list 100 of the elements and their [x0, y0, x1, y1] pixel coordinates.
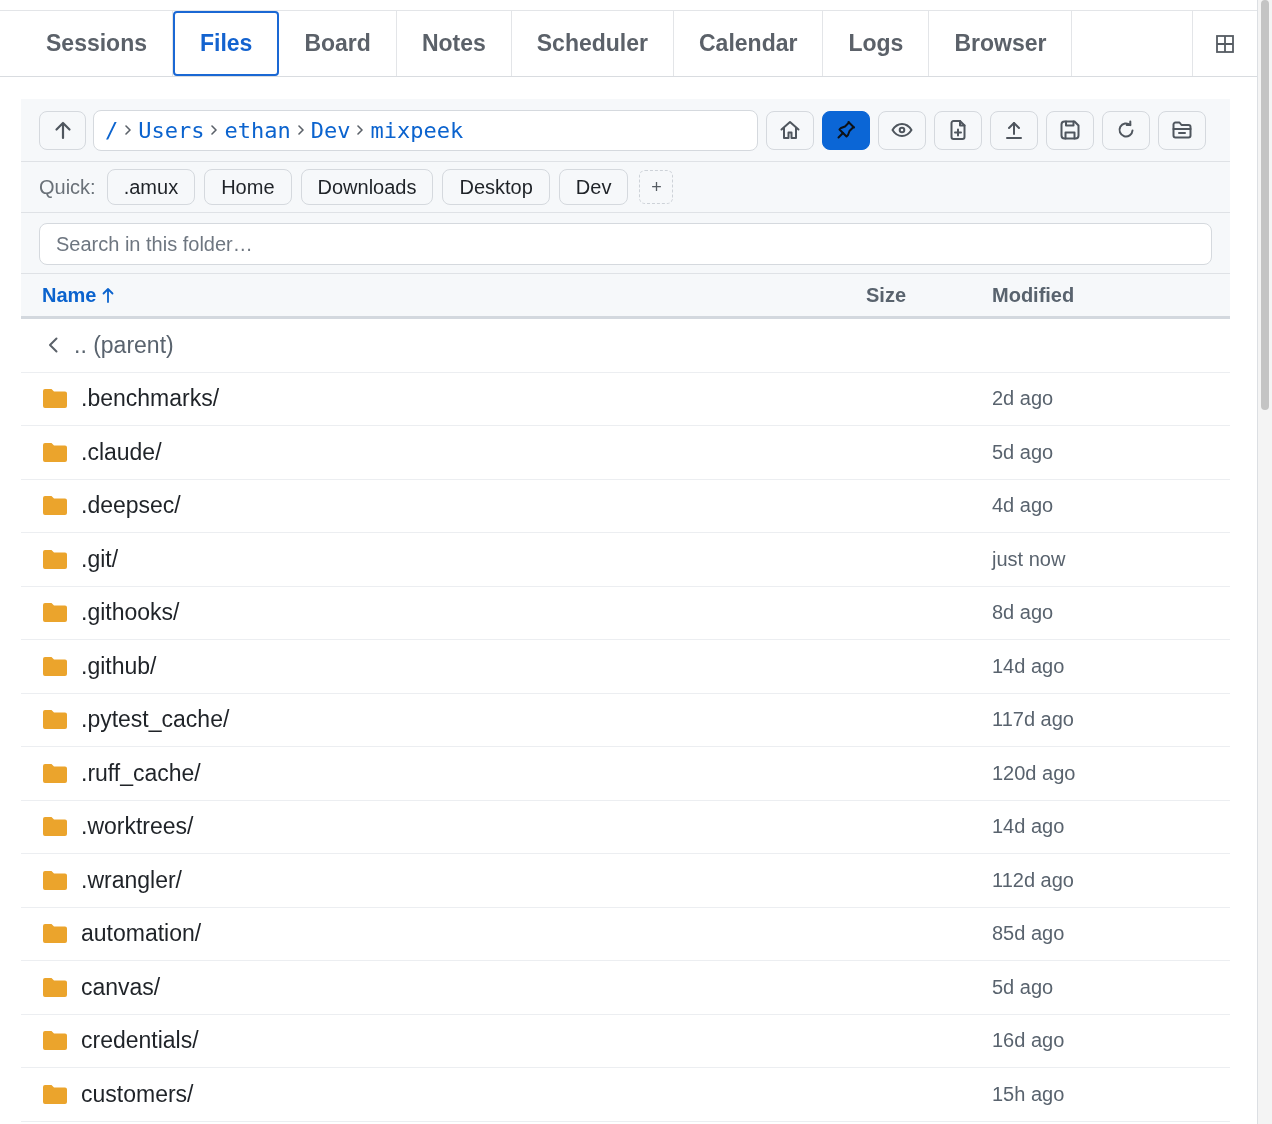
- folder-row[interactable]: .githooks/ 8d ago: [21, 586, 1230, 640]
- preview-button[interactable]: [878, 110, 926, 150]
- path-field[interactable]: / Users ethan Dev mixpeek: [93, 109, 758, 151]
- breadcrumb-link[interactable]: ethan: [224, 117, 291, 143]
- modified-time: 85d ago: [992, 922, 1065, 945]
- parent-label: .. (parent): [74, 331, 174, 359]
- file-name: .pytest_cache/: [81, 706, 230, 734]
- folder-icon: [43, 870, 67, 890]
- folder-icon: [43, 389, 67, 409]
- modified-time: 8d ago: [992, 601, 1054, 624]
- tab[interactable]: Notes: [396, 11, 512, 76]
- modified-time: 14d ago: [992, 654, 1065, 677]
- quick-chip[interactable]: .amux: [106, 169, 196, 205]
- save-button[interactable]: [1046, 110, 1094, 150]
- tab[interactable]: Files: [173, 11, 280, 76]
- folder-icon: [43, 496, 67, 516]
- folder-row[interactable]: .benchmarks/ 2d ago: [21, 372, 1230, 426]
- breadcrumb-link[interactable]: mixpeek: [370, 117, 464, 143]
- folder-row[interactable]: .deepsec/ 4d ago: [21, 479, 1230, 533]
- chevron-right-icon: [211, 125, 218, 135]
- folder-icon: [43, 817, 67, 837]
- folder-icon: [43, 1084, 67, 1104]
- modified-time: 15h ago: [992, 1082, 1065, 1105]
- folder-row[interactable]: automation/ 85d ago: [21, 907, 1230, 961]
- breadcrumb-link[interactable]: Dev: [310, 117, 351, 143]
- chevron-right-icon: [125, 125, 132, 135]
- file-name: customers/: [81, 1080, 194, 1108]
- modified-time: 5d ago: [992, 440, 1054, 463]
- grid-icon: [1216, 34, 1234, 53]
- folder-icon: [43, 977, 67, 997]
- modified-time: 4d ago: [992, 494, 1054, 517]
- quick-chip[interactable]: Desktop: [442, 169, 550, 205]
- parent-row[interactable]: .. (parent): [21, 319, 1230, 373]
- quick-chip[interactable]: Downloads: [300, 169, 434, 205]
- folder-row[interactable]: canvas/ 5d ago: [21, 961, 1230, 1015]
- pushpin-icon: [834, 118, 858, 142]
- quick-chip[interactable]: Dev: [558, 169, 629, 205]
- modified-time: 117d ago: [992, 708, 1074, 731]
- chevron-right-icon: [357, 125, 364, 135]
- new-file-button[interactable]: [934, 110, 982, 150]
- folder-icon: [43, 1031, 67, 1051]
- upload-button[interactable]: [990, 110, 1038, 150]
- folder-icon: [43, 924, 67, 944]
- refresh-button[interactable]: [1102, 110, 1150, 150]
- pin-button[interactable]: [822, 110, 870, 150]
- search-field[interactable]: Search in this folder…: [39, 223, 1212, 265]
- breadcrumb-link[interactable]: Users: [138, 117, 205, 143]
- quick-chip[interactable]: Home: [204, 169, 292, 205]
- folder-row[interactable]: credentials/ 16d ago: [21, 1014, 1230, 1068]
- file-name: .worktrees/: [81, 813, 194, 841]
- modified-time: 14d ago: [992, 815, 1065, 838]
- folder-row[interactable]: .ruff_cache/ 120d ago: [21, 747, 1230, 801]
- file-name: .deepsec/: [81, 492, 181, 520]
- chevron-left-icon: [48, 337, 58, 354]
- arrow-up-icon: [52, 120, 73, 140]
- file-name: .ruff_cache/: [81, 759, 201, 787]
- file-name: canvas/: [81, 973, 161, 1001]
- up-button[interactable]: [39, 110, 86, 150]
- modified-time: 2d ago: [992, 387, 1054, 410]
- tab[interactable]: Browser: [929, 11, 1073, 76]
- home-button[interactable]: [766, 110, 814, 150]
- folder-icon: [43, 710, 67, 730]
- modified-time: 16d ago: [992, 1029, 1065, 1052]
- file-name: .wrangler/: [81, 866, 182, 894]
- chevron-right-icon: [297, 125, 304, 135]
- folder-row[interactable]: .claude/ 5d ago: [21, 426, 1230, 480]
- folder-row[interactable]: .wrangler/ 112d ago: [21, 854, 1230, 908]
- home-icon: [778, 118, 802, 142]
- file-name: .claude/: [81, 438, 162, 466]
- folder-icon: [43, 763, 67, 783]
- add-quick-button[interactable]: +: [639, 170, 674, 204]
- file-name: credentials/: [81, 1027, 199, 1055]
- file-name: .github/: [81, 652, 157, 680]
- folder-row[interactable]: customers/ 15h ago: [21, 1068, 1230, 1122]
- column-header[interactable]: Size: [866, 283, 907, 307]
- scrollbar-thumb[interactable]: [1261, 0, 1269, 410]
- column-header[interactable]: Name: [42, 283, 115, 307]
- new-folder-button[interactable]: [1158, 110, 1206, 150]
- column-header[interactable]: Modified: [992, 283, 1075, 307]
- folder-icon: [43, 442, 67, 462]
- folder-row[interactable]: .github/ 14d ago: [21, 640, 1230, 694]
- file-name: .benchmarks/: [81, 385, 220, 413]
- tab[interactable]: Scheduler: [511, 11, 674, 76]
- folder-row[interactable]: .pytest_cache/ 117d ago: [21, 693, 1230, 747]
- modified-time: 120d ago: [992, 761, 1076, 784]
- tab[interactable]: Board: [279, 11, 397, 76]
- quick-label: Quick:: [39, 175, 96, 199]
- folder-icon: [43, 603, 67, 623]
- breadcrumb-link[interactable]: /: [105, 117, 119, 143]
- tab[interactable]: Logs: [823, 11, 930, 76]
- modified-time: 112d ago: [992, 868, 1074, 891]
- tab[interactable]: Sessions: [21, 11, 173, 76]
- folder-icon: [43, 656, 67, 676]
- modified-time: just now: [992, 547, 1066, 570]
- file-name: automation/: [81, 920, 202, 948]
- file-name: .git/: [81, 545, 119, 573]
- folder-icon: [43, 549, 67, 569]
- tab[interactable]: Calendar: [674, 11, 824, 76]
- folder-row[interactable]: .git/ just now: [21, 533, 1230, 587]
- folder-row[interactable]: .worktrees/ 14d ago: [21, 800, 1230, 854]
